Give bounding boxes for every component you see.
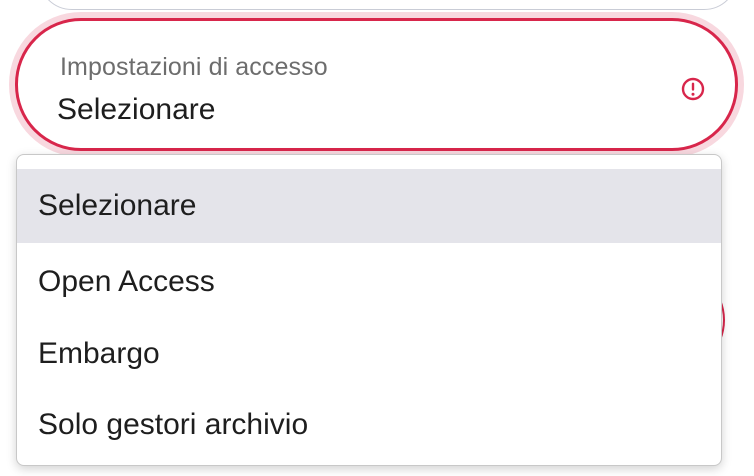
option-open-access[interactable]: Open Access bbox=[17, 245, 721, 319]
access-settings-label: Impostazioni di accesso bbox=[60, 53, 328, 81]
option-label: Selezionare bbox=[38, 189, 197, 222]
option-solo-gestori-archivio[interactable]: Solo gestori archivio bbox=[17, 388, 721, 462]
access-settings-dropdown: Selezionare Open Access Embargo Solo ges… bbox=[16, 154, 722, 466]
option-label: Solo gestori archivio bbox=[38, 408, 309, 441]
option-label: Open Access bbox=[38, 265, 215, 298]
option-label: Embargo bbox=[38, 337, 160, 370]
exclamation-circle-icon bbox=[681, 77, 705, 101]
access-settings-select[interactable]: Impostazioni di accesso Selezionare bbox=[15, 18, 738, 151]
option-selezionare[interactable]: Selezionare bbox=[17, 169, 721, 243]
access-settings-value: Selezionare bbox=[57, 93, 216, 126]
previous-field-edge bbox=[38, 0, 738, 10]
option-embargo[interactable]: Embargo bbox=[17, 317, 721, 391]
